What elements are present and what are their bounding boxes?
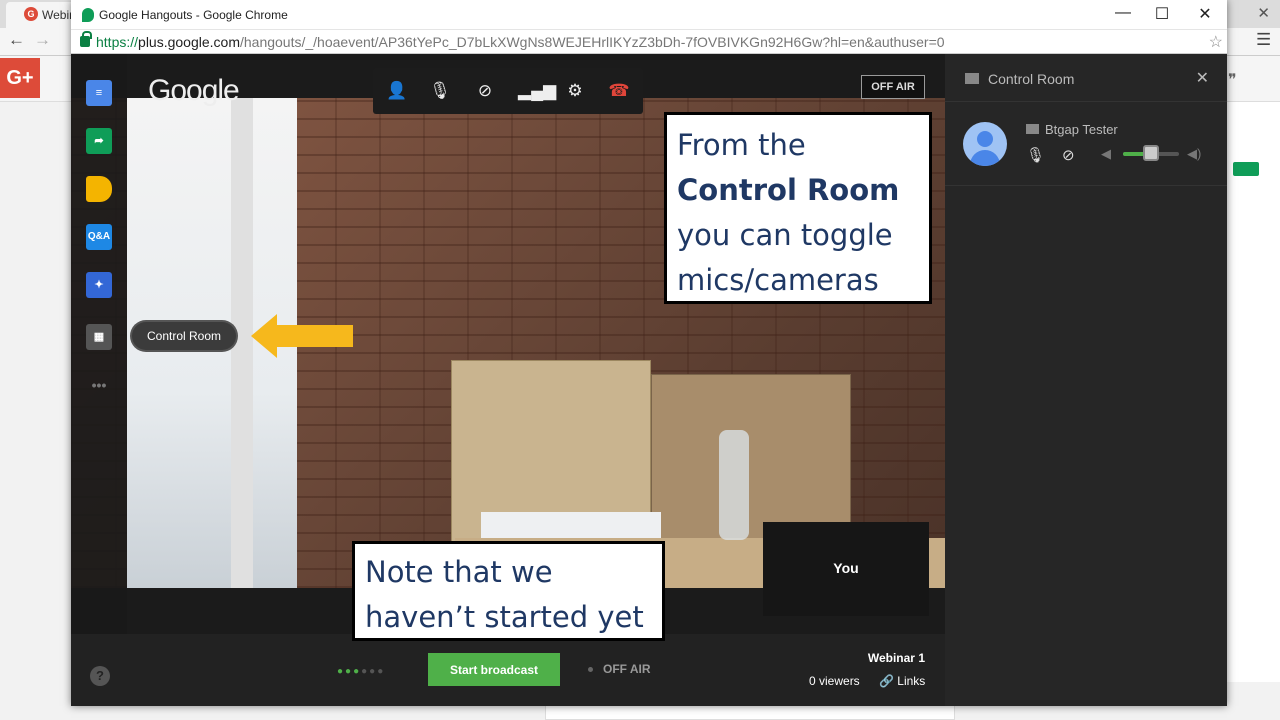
background-close-icon[interactable]: ✕ [1257, 4, 1270, 22]
participant-row: Btgap Tester 🎙 ⊘ ◀ ◀) [945, 102, 1227, 186]
more-apps-icon[interactable]: ••• [86, 372, 112, 398]
callout1-bold: Control Room [677, 173, 900, 207]
panel-close-icon[interactable]: ✕ [1196, 68, 1209, 88]
chat-icon[interactable]: ≡ [86, 80, 112, 106]
avatar [963, 122, 1007, 166]
url-text[interactable]: https://plus.google.com/hangouts/_/hoaev… [96, 34, 945, 50]
minimize-icon[interactable]: — [1113, 4, 1133, 22]
hangouts-logo-icon [82, 8, 94, 22]
hangouts-icon[interactable]: ❞ [1228, 70, 1237, 90]
camera-off-icon[interactable]: ⊘ [473, 79, 497, 103]
video-bottle [719, 430, 749, 540]
control-room-title: Control Room [988, 71, 1075, 87]
window-title: Google Hangouts - Google Chrome [99, 8, 288, 22]
off-air-badge: OFF AIR [861, 75, 925, 99]
control-room-header: Control Room ✕ [945, 54, 1227, 102]
window-close-icon[interactable]: ✕ [1195, 4, 1215, 24]
callout1-line4: mics/cameras [677, 263, 879, 297]
video-box-right [651, 374, 851, 544]
video-call-icon[interactable] [1233, 162, 1259, 176]
callout2-line1: Note that we [365, 555, 553, 589]
broadcast-status: OFF AIR [588, 662, 651, 676]
annotation-control-room: From the Control Room you can toggle mic… [664, 112, 932, 304]
control-room-tooltip: Control Room [132, 322, 237, 350]
url-path: /hangouts/_/hoaevent/AP36tYePc_D7bLkXWgN… [239, 34, 945, 50]
video-window-frame [231, 98, 253, 588]
video-papers [481, 512, 661, 540]
forward-icon[interactable]: → [34, 30, 51, 50]
control-room-panel: Control Room ✕ Btgap Tester 🎙 ⊘ ◀ ◀) [945, 54, 1227, 706]
google-logo: Google [148, 74, 240, 107]
participant-device-icon [1026, 124, 1039, 134]
hangup-icon[interactable]: ☎ [607, 79, 631, 103]
volume-knob[interactable] [1143, 145, 1159, 161]
background-bottom [545, 704, 955, 720]
volume-low-icon: ◀ [1101, 146, 1111, 161]
add-person-icon[interactable]: 👤 [385, 79, 409, 103]
background-tab[interactable]: G Webin [6, 2, 76, 28]
toolbox-icon[interactable]: ✦ [86, 272, 112, 298]
annotation-not-started: Note that we haven’t started yet [352, 541, 665, 641]
qa-icon[interactable]: Q&A [86, 224, 112, 250]
menu-icon[interactable]: ☰ [1256, 30, 1271, 50]
control-room-icon[interactable]: ▦ [86, 324, 112, 350]
yellow-arrow-icon [251, 314, 353, 358]
link-icon: 🔗 [879, 674, 894, 688]
background-right-panel [1226, 102, 1280, 682]
hangout-toolbar: 👤 🎙 ⊘ ▂▄▆ ⚙ ☎ [373, 68, 643, 114]
callout1-line3: you can toggle [677, 218, 893, 252]
callout2-line2: haven’t started yet [365, 600, 644, 634]
app-sidebar: ≡ ➦ Q&A ✦ ▦ ••• [71, 54, 127, 706]
self-view-label: You [833, 560, 859, 576]
address-bar[interactable]: https://plus.google.com/hangouts/_/hoaev… [71, 30, 1227, 54]
links-button[interactable]: 🔗 Links [879, 674, 925, 688]
self-view-tile[interactable]: You [763, 522, 929, 616]
participant-camera-off-icon[interactable]: ⊘ [1062, 146, 1075, 164]
signal-icon[interactable]: ▂▄▆ [518, 79, 556, 103]
bookmark-star-icon[interactable]: ☆ [1209, 32, 1223, 52]
settings-icon[interactable]: ⚙ [563, 79, 587, 103]
mic-off-icon[interactable]: 🎙 [428, 79, 452, 103]
help-icon[interactable]: ? [90, 666, 110, 686]
callout1-line1: From the [677, 128, 806, 162]
tag-icon[interactable] [86, 176, 112, 202]
broadcast-status-label: OFF AIR [603, 662, 651, 676]
maximize-icon[interactable]: ☐ [1152, 4, 1172, 24]
gplus-logo[interactable]: G+ [0, 58, 40, 98]
event-name: Webinar 1 [867, 651, 925, 665]
lock-icon [80, 31, 92, 47]
share-icon[interactable]: ➦ [86, 128, 112, 154]
window-titlebar: Google Hangouts - Google Chrome — ☐ ✕ [71, 0, 1227, 30]
links-label: Links [897, 674, 926, 688]
broadcast-bar: ? ●●●●●● Start broadcast OFF AIR Webinar… [71, 634, 945, 706]
viewer-count: 0 viewers [809, 674, 860, 688]
participant-name: Btgap Tester [1045, 122, 1118, 137]
start-broadcast-button[interactable]: Start broadcast [428, 653, 560, 686]
gplus-favicon-icon: G [24, 7, 38, 21]
control-room-header-icon [965, 73, 979, 84]
volume-high-icon: ◀) [1187, 146, 1202, 161]
url-host: plus.google.com [138, 34, 240, 50]
url-scheme: https:// [96, 34, 139, 50]
signal-dots-icon: ●●●●●● [337, 666, 386, 677]
back-icon[interactable]: ← [8, 30, 25, 50]
status-dot-icon [588, 667, 593, 673]
participant-mic-off-icon[interactable]: 🎙 [1026, 146, 1045, 164]
